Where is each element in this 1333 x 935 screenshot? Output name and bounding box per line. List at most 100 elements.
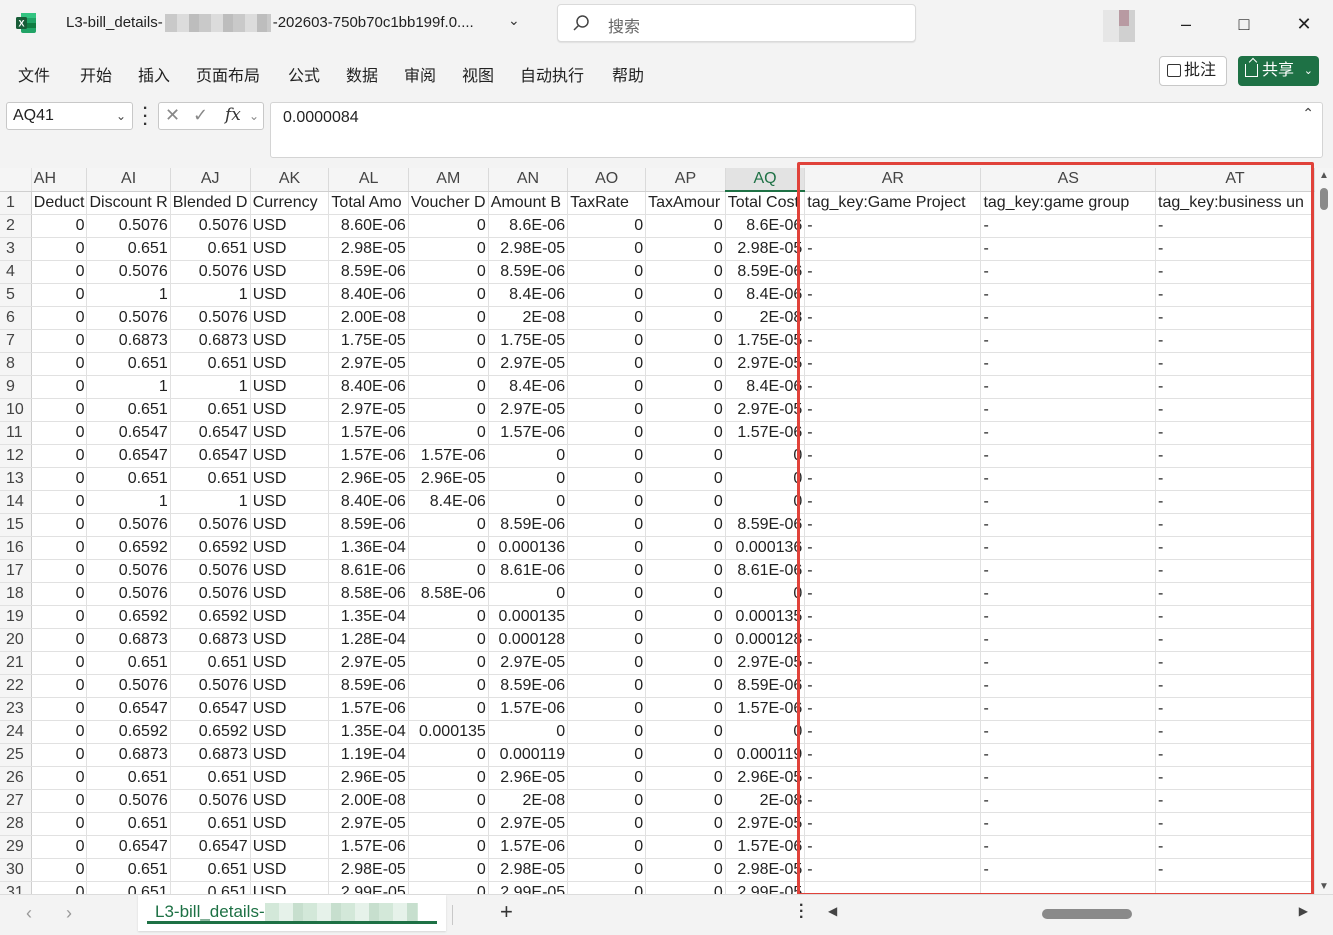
cell[interactable]: USD: [250, 697, 330, 721]
cell[interactable]: 0: [408, 283, 489, 307]
cell[interactable]: -: [804, 858, 982, 882]
cell[interactable]: 0.5076: [170, 260, 251, 284]
cell[interactable]: 0: [408, 628, 489, 652]
cell[interactable]: 0: [567, 582, 647, 606]
cell[interactable]: 2.96E-05: [328, 766, 409, 790]
cell[interactable]: -: [804, 720, 982, 744]
cell[interactable]: 0.5076: [86, 513, 171, 537]
cell[interactable]: 0: [567, 237, 647, 261]
cell[interactable]: -: [980, 237, 1157, 261]
header-cell[interactable]: tag_key:game group: [980, 191, 1157, 215]
cell[interactable]: 8.59E-06: [328, 674, 409, 698]
column-header[interactable]: AN: [488, 168, 569, 192]
cell[interactable]: -: [980, 306, 1157, 330]
cell[interactable]: 8.40E-06: [328, 283, 409, 307]
cell[interactable]: 0.5076: [170, 214, 251, 238]
menu-formulas[interactable]: 公式: [288, 62, 320, 86]
cell[interactable]: 8.58E-06: [408, 582, 489, 606]
cell[interactable]: -: [804, 789, 982, 813]
cell[interactable]: 1.35E-04: [328, 605, 409, 629]
cell[interactable]: 0: [645, 375, 726, 399]
cell[interactable]: 0: [488, 490, 569, 514]
cell[interactable]: USD: [250, 628, 330, 652]
cell[interactable]: 2.98E-05: [488, 237, 569, 261]
menu-automate[interactable]: 自动执行: [520, 62, 584, 86]
cell[interactable]: 0: [645, 536, 726, 560]
minimize-icon[interactable]: –: [1172, 10, 1200, 38]
cell[interactable]: 2.98E-05: [328, 237, 409, 261]
cell[interactable]: -: [980, 628, 1157, 652]
cell[interactable]: 1.75E-05: [488, 329, 569, 353]
cell[interactable]: 0.6592: [86, 605, 171, 629]
cell[interactable]: 2.97E-05: [725, 398, 806, 422]
column-header[interactable]: AP: [645, 168, 726, 192]
cell[interactable]: 1.75E-05: [328, 329, 409, 353]
cell[interactable]: 0: [31, 651, 88, 675]
header-cell[interactable]: Discount R: [86, 191, 171, 215]
cell[interactable]: 0.651: [170, 881, 251, 894]
cell[interactable]: 0: [567, 720, 647, 744]
cell[interactable]: 0.6873: [170, 329, 251, 353]
cell[interactable]: -: [1155, 628, 1315, 652]
row-number[interactable]: 1: [0, 191, 32, 215]
cancel-icon[interactable]: ✕: [165, 105, 180, 126]
cell[interactable]: 0.651: [86, 237, 171, 261]
cell[interactable]: -: [804, 582, 982, 606]
cell[interactable]: 8.59E-06: [328, 260, 409, 284]
cell[interactable]: 0.651: [86, 812, 171, 836]
cell[interactable]: 2.97E-05: [488, 398, 569, 422]
cell[interactable]: 0: [408, 697, 489, 721]
cell[interactable]: 0: [408, 214, 489, 238]
cell[interactable]: 0.000135: [725, 605, 806, 629]
cell[interactable]: 0: [31, 283, 88, 307]
row-number[interactable]: 9: [0, 375, 32, 399]
cell[interactable]: 0: [645, 467, 726, 491]
cell[interactable]: -: [1155, 467, 1315, 491]
cell[interactable]: -: [980, 467, 1157, 491]
cell[interactable]: -: [980, 260, 1157, 284]
row-number[interactable]: 16: [0, 536, 32, 560]
search-box[interactable]: 搜索: [557, 4, 916, 42]
menu-view[interactable]: 视图: [462, 62, 494, 86]
cell[interactable]: 0.6873: [170, 743, 251, 767]
cell[interactable]: 0: [408, 789, 489, 813]
cell[interactable]: 0: [31, 881, 88, 894]
cell[interactable]: 8.59E-06: [488, 260, 569, 284]
cell[interactable]: 0.5076: [86, 582, 171, 606]
cell[interactable]: 0: [645, 858, 726, 882]
cell[interactable]: -: [1155, 444, 1315, 468]
cell[interactable]: -: [980, 766, 1157, 790]
cell[interactable]: 0.651: [170, 352, 251, 376]
menu-page-layout[interactable]: 页面布局: [196, 62, 260, 86]
header-cell[interactable]: TaxRate: [567, 191, 647, 215]
cell[interactable]: 0.651: [86, 858, 171, 882]
cell[interactable]: 1: [86, 490, 171, 514]
cell[interactable]: 0: [408, 306, 489, 330]
cell[interactable]: 0.6547: [86, 421, 171, 445]
cell[interactable]: -: [1155, 260, 1315, 284]
row-number[interactable]: 6: [0, 306, 32, 330]
cell[interactable]: 0: [567, 398, 647, 422]
cell[interactable]: [1155, 881, 1315, 894]
header-cell[interactable]: Currency: [250, 191, 330, 215]
cell[interactable]: 0: [31, 490, 88, 514]
more-vertical-icon[interactable]: · · ·: [799, 898, 804, 926]
cell[interactable]: USD: [250, 812, 330, 836]
cell[interactable]: 0: [488, 444, 569, 468]
cell[interactable]: 8.40E-06: [328, 490, 409, 514]
cell[interactable]: -: [980, 605, 1157, 629]
cell[interactable]: 0: [31, 582, 88, 606]
cell[interactable]: -: [1155, 697, 1315, 721]
cell[interactable]: 1.75E-05: [725, 329, 806, 353]
cell[interactable]: -: [980, 858, 1157, 882]
cell[interactable]: 0: [645, 444, 726, 468]
cell[interactable]: 0: [645, 605, 726, 629]
row-number[interactable]: 23: [0, 697, 32, 721]
cell[interactable]: -: [980, 214, 1157, 238]
scroll-right-icon[interactable]: ▶: [1299, 904, 1308, 918]
row-number[interactable]: 18: [0, 582, 32, 606]
cell[interactable]: -: [1155, 559, 1315, 583]
cell[interactable]: 0: [567, 881, 647, 894]
row-number[interactable]: 26: [0, 766, 32, 790]
cell[interactable]: 0: [567, 283, 647, 307]
